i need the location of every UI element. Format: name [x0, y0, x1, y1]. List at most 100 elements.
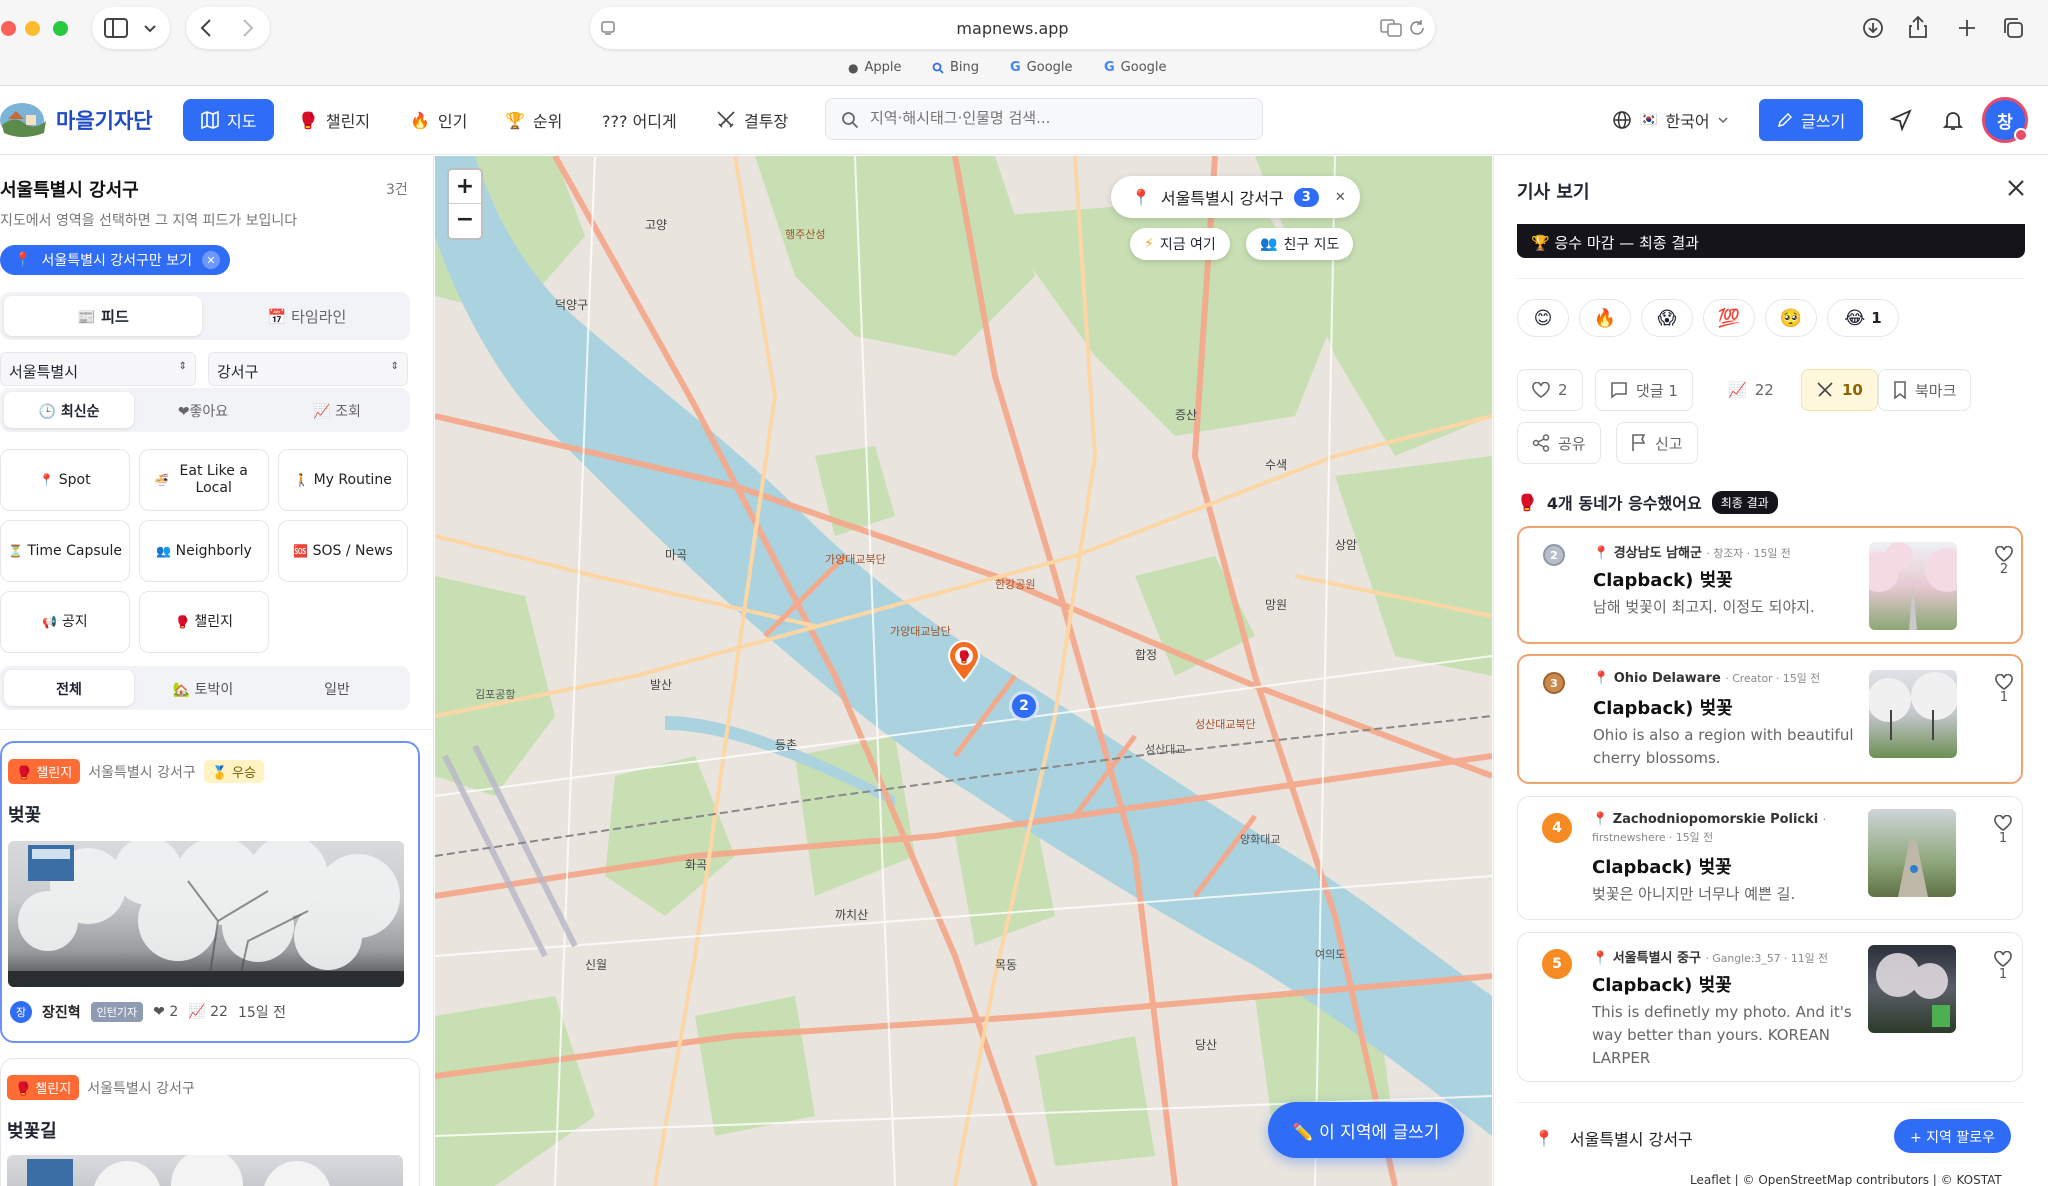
reaction-pleading[interactable]: 🥺 [1765, 299, 1817, 337]
region-subtitle: 지도에서 영역을 선택하면 그 지역 피드가 보입니다 [0, 213, 298, 229]
pin-icon: 📍 [14, 252, 32, 268]
category-eat-like-local[interactable]: 🍜 Eat Like a Local [139, 449, 269, 511]
send-icon[interactable] [1890, 109, 1912, 131]
zoom-control: + − [447, 168, 483, 240]
reaction-smile[interactable]: 😊 [1517, 299, 1569, 337]
avatar[interactable]: 창 [1982, 97, 2028, 143]
zoom-out-button[interactable]: − [449, 204, 481, 238]
feed-card[interactable]: 🥊 챌린지 서울특별시 강서구 🥇 우승 벚꽃 장 장진혁 인턴기자 ❤ 2 📈… [0, 741, 420, 1043]
close-window-button[interactable] [1, 21, 16, 36]
response-card[interactable]: 2 📍 경상남도 남해군 · 창조자 · 15일 전 Clapback) 벚꽃 … [1517, 526, 2023, 644]
nav-duel[interactable]: 결투장 [716, 99, 788, 141]
close-icon[interactable]: ✕ [1335, 190, 1346, 205]
bookmark-apple[interactable]: ● Apple [848, 60, 902, 75]
duel-button[interactable]: 10 [1801, 369, 1878, 411]
close-icon[interactable] [2008, 180, 2024, 196]
like-button[interactable]: 2 [1517, 369, 1583, 411]
language-selector[interactable]: 🇰🇷 한국어 [1612, 99, 1728, 141]
nav-popular[interactable]: 🔥 인기 [410, 99, 467, 141]
bowl-icon: 🍜 [154, 472, 170, 487]
reload-icon[interactable] [1408, 19, 1426, 37]
hourglass-icon: ⏳ [7, 543, 23, 558]
nav-guess[interactable]: ??? 어디게 [602, 99, 677, 141]
response-thumbnail[interactable] [1868, 945, 1956, 1033]
scope-general[interactable]: 일반 [272, 679, 402, 699]
reaction-fire[interactable]: 🔥 [1579, 299, 1631, 337]
sidebar-toggle-button[interactable] [92, 7, 170, 49]
response-card[interactable]: 4 📍 Zachodniopomorskie Policki · firstne… [1517, 796, 2023, 920]
friends-map-button[interactable]: 👥 친구 지도 [1246, 228, 1354, 260]
category-spot[interactable]: 📍 Spot [0, 449, 130, 511]
follow-region-button[interactable]: + 지역 팔로우 [1894, 1119, 2012, 1153]
category-time-capsule[interactable]: ⏳ Time Capsule [0, 520, 130, 582]
share-icon[interactable] [1908, 15, 1928, 39]
map-attribution[interactable]: Leaflet | © OpenStreetMap contributors |… [1690, 1173, 2002, 1186]
report-button[interactable]: 신고 [1616, 422, 1698, 464]
response-card[interactable]: 5 📍 서울특별시 중구 · Gangle:3_57 · 11일 전 Clapb… [1517, 932, 2023, 1082]
zoom-in-button[interactable]: + [449, 170, 481, 204]
write-button[interactable]: 글쓰기 [1759, 99, 1864, 141]
close-icon[interactable]: ✕ [202, 251, 221, 269]
reaction-scream[interactable]: 😱 [1641, 299, 1693, 337]
response-thumbnail[interactable] [1869, 670, 1957, 758]
bookmark-google-2[interactable]: G Google [1104, 60, 1167, 75]
share-button[interactable]: 공유 [1517, 422, 1601, 464]
feed-card[interactable]: 🥊 챌린지 서울특별시 강서구 벚꽃길 [0, 1058, 420, 1186]
write-here-button[interactable]: ✏️ 이 지역에 글쓰기 [1268, 1102, 1464, 1158]
category-neighborly[interactable]: 👥 Neighborly [139, 520, 269, 582]
challenge-marker[interactable]: 🥊 [947, 640, 981, 682]
translate-icon[interactable] [1380, 19, 1402, 37]
minimize-window-button[interactable] [25, 21, 40, 36]
map-view[interactable]: 행주산성 가양대교남단 가양대교북단 한강공원 성산대교 양화대교 여의도 김포… [435, 156, 1492, 1186]
response-thumbnail[interactable] [1868, 809, 1956, 897]
nav-map[interactable]: 지도 [183, 99, 275, 141]
bell-icon[interactable] [1942, 109, 1964, 131]
tabs-overview-icon[interactable] [2002, 17, 2024, 39]
back-icon[interactable] [200, 19, 212, 37]
search-input[interactable] [870, 109, 1250, 127]
new-tab-icon[interactable] [1958, 19, 1976, 37]
download-icon[interactable] [1862, 17, 1884, 39]
cluster-marker[interactable]: 2 [1009, 691, 1039, 721]
map-label: 양화대교 [1240, 833, 1281, 846]
nav-challenge[interactable]: 🥊 챌린지 [298, 99, 370, 141]
map-region-chip[interactable]: 📍 서울특별시 강서구 3 ✕ [1111, 176, 1360, 218]
reaction-laugh[interactable]: 😂 1 [1827, 299, 1899, 337]
response-like[interactable]: 1 [1989, 674, 2019, 705]
response-like[interactable]: 2 [1989, 546, 2019, 577]
author-name[interactable]: 장진혁 [42, 1002, 81, 1022]
response-card[interactable]: 3 📍 Ohio Delaware · Creator · 15일 전 Clap… [1517, 654, 2023, 784]
category-sos-news[interactable]: 🆘 SOS / News [278, 520, 408, 582]
card-photo[interactable] [7, 1155, 403, 1186]
here-button[interactable]: ⚡ 지금 여기 [1130, 228, 1230, 260]
city-select[interactable]: 서울특별시 ⇕ [0, 352, 196, 386]
bookmark-google[interactable]: G Google [1010, 60, 1073, 75]
sort-views[interactable]: 📈 조회 [272, 401, 402, 421]
comment-button[interactable]: 댓글 1 [1595, 369, 1693, 411]
scope-native[interactable]: 🏡 토박이 [138, 679, 268, 699]
category-notice[interactable]: 📢 공지 [0, 591, 130, 653]
response-like[interactable]: 1 [1988, 951, 2018, 982]
chart-icon: 📈 [1728, 381, 1747, 399]
reaction-100[interactable]: 💯 [1703, 299, 1755, 337]
apple-icon: ● [848, 60, 859, 75]
bookmark-bing[interactable]: Bing [932, 60, 979, 75]
zoom-window-button[interactable] [53, 21, 68, 36]
brand-logo[interactable]: 마을기자단 [0, 101, 153, 139]
address-bar[interactable]: mapnews.app [590, 7, 1435, 49]
region-filter-chip[interactable]: 📍 서울특별시 강서구만 보기 ✕ [0, 245, 231, 275]
category-challenge[interactable]: 🥊 챌린지 [139, 591, 269, 653]
card-photo[interactable] [8, 841, 404, 987]
nav-ranking[interactable]: 🏆 순위 [505, 99, 562, 141]
response-thumbnail[interactable] [1869, 542, 1957, 630]
tab-timeline[interactable]: 📅 타임라인 [208, 306, 406, 327]
svg-text:🥊: 🥊 [957, 650, 972, 664]
author-avatar[interactable]: 장 [10, 1001, 32, 1023]
response-like[interactable]: 1 [1988, 815, 2018, 846]
forward-icon[interactable] [242, 19, 254, 37]
category-my-routine[interactable]: 🚶 My Routine [278, 449, 408, 511]
bookmark-button[interactable]: 북마크 [1878, 369, 1972, 411]
district-select[interactable]: 강서구 ⇕ [208, 352, 408, 386]
sort-likes[interactable]: ❤좋아요 [138, 401, 268, 421]
house-icon: 🏡 [172, 682, 191, 698]
